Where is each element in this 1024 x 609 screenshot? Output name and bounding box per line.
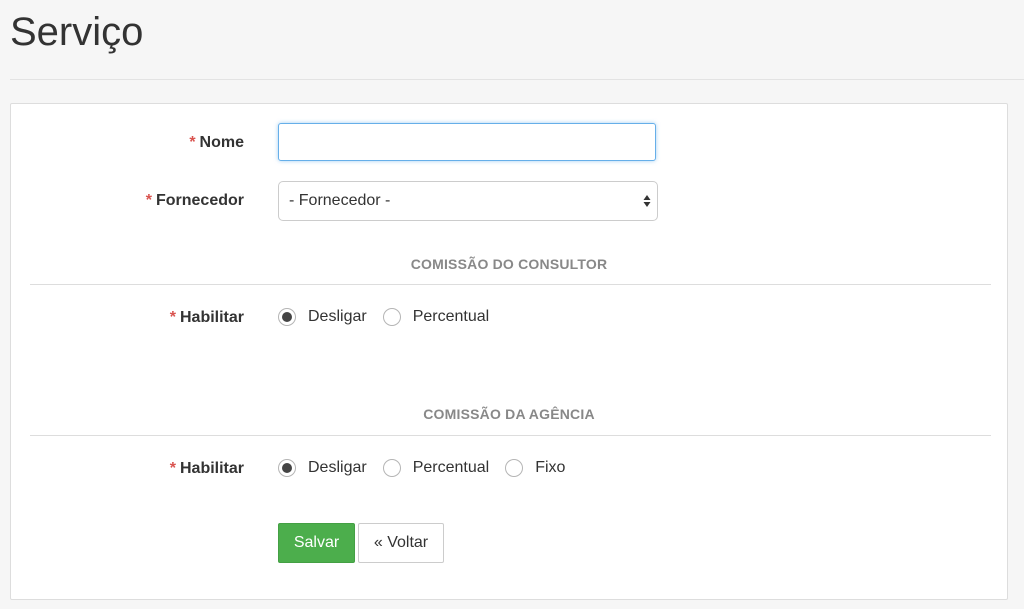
- radio-percentual[interactable]: [382, 308, 401, 326]
- nome-label-text: Nome: [199, 134, 244, 151]
- habilitar-consultor-radio-group: Desligar Percentual: [278, 308, 505, 326]
- habilitar-consultor-label: * Habilitar: [24, 309, 244, 327]
- habilitar-label-text: Habilitar: [179, 460, 244, 477]
- radio-label: Desligar: [308, 459, 367, 476]
- radio-fixo[interactable]: [505, 459, 524, 477]
- section-title-agencia: COMISSÃO DA AGÊNCIA: [423, 406, 595, 422]
- radio-label: Desligar: [308, 308, 367, 325]
- radio-option-fixo[interactable]: Fixo: [505, 459, 565, 477]
- required-mark: *: [145, 192, 152, 209]
- save-button[interactable]: Salvar: [278, 523, 355, 563]
- radio-option-percentual[interactable]: Percentual: [382, 459, 490, 477]
- section-divider: [30, 435, 991, 436]
- habilitar-agencia-radio-group: Desligar Percentual Fixo: [278, 459, 581, 477]
- radio-label: Percentual: [412, 459, 490, 476]
- radio-label: Percentual: [412, 308, 490, 325]
- radio-option-percentual[interactable]: Percentual: [382, 308, 490, 326]
- fornecedor-selected-value: - Fornecedor -: [289, 192, 391, 209]
- back-button[interactable]: « Voltar: [358, 523, 444, 563]
- fornecedor-select[interactable]: - Fornecedor -: [278, 181, 658, 221]
- page-title: Serviço: [10, 10, 144, 54]
- radio-desligar[interactable]: [278, 459, 296, 477]
- select-arrows-icon: [643, 195, 651, 207]
- habilitar-label-text: Habilitar: [179, 309, 244, 326]
- radio-percentual[interactable]: [382, 459, 401, 477]
- radio-option-desligar[interactable]: Desligar: [278, 459, 367, 477]
- radio-desligar[interactable]: [278, 308, 296, 326]
- radio-option-desligar[interactable]: Desligar: [278, 308, 367, 326]
- service-form-panel: * Nome * Fornecedor - Fornecedor - COMISSÃ…: [10, 103, 1008, 600]
- radio-label: Fixo: [535, 459, 566, 476]
- habilitar-agencia-label: * Habilitar: [24, 460, 244, 478]
- fornecedor-label: * Fornecedor: [24, 192, 244, 210]
- nome-label: * Nome: [24, 134, 244, 152]
- required-mark: *: [169, 460, 176, 477]
- section-divider: [30, 284, 991, 285]
- required-mark: *: [169, 309, 176, 326]
- nome-input[interactable]: [278, 123, 656, 161]
- fornecedor-label-text: Fornecedor: [155, 192, 244, 209]
- title-divider: [10, 79, 1024, 80]
- section-title-consultor: COMISSÃO DO CONSULTOR: [410, 256, 608, 272]
- required-mark: *: [189, 134, 196, 151]
